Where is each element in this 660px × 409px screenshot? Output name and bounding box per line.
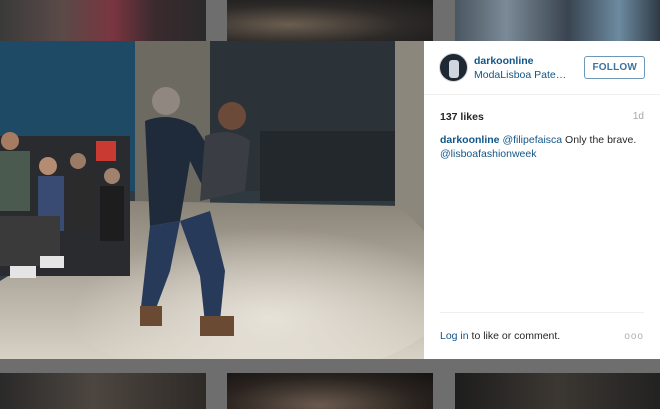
follow-button[interactable]: FOLLOW: [584, 56, 645, 79]
login-link[interactable]: Log in: [440, 330, 469, 342]
login-prompt-text: to like or comment.: [468, 330, 561, 342]
username-link[interactable]: darkoonline: [474, 54, 584, 68]
post-footer: Log in to like or comment. ooo: [440, 312, 644, 359]
caption-username[interactable]: darkoonline: [440, 134, 500, 146]
location-link[interactable]: ModaLisboa Pateo ...: [474, 68, 570, 82]
grid-thumbnail[interactable]: [455, 373, 660, 409]
caption-mention[interactable]: @lisboafashionweek: [440, 148, 536, 160]
post-age[interactable]: 1d: [633, 111, 644, 123]
caption-mention[interactable]: @filipefaisca: [502, 134, 562, 146]
post-meta: 137 likes 1d: [424, 95, 660, 123]
post-photo-image: [0, 41, 424, 359]
grid-thumbnail[interactable]: [0, 373, 206, 409]
user-block: darkoonline ModaLisboa Pateo ...: [474, 54, 584, 82]
post-sidebar: darkoonline ModaLisboa Pateo ... FOLLOW …: [424, 41, 660, 359]
grid-thumbnail[interactable]: [455, 0, 660, 41]
caption-text: Only the brave.: [562, 134, 637, 146]
post-photo[interactable]: [0, 41, 424, 359]
post-caption: darkoonline @filipefaisca Only the brave…: [424, 123, 660, 161]
grid-thumbnail[interactable]: [227, 373, 433, 409]
avatar[interactable]: [439, 53, 468, 82]
post-modal: darkoonline ModaLisboa Pateo ... FOLLOW …: [0, 41, 660, 359]
post-header: darkoonline ModaLisboa Pateo ... FOLLOW: [424, 41, 660, 95]
more-options-icon[interactable]: ooo: [624, 331, 644, 342]
login-prompt: Log in to like or comment.: [440, 330, 560, 342]
likes-count[interactable]: 137 likes: [440, 111, 484, 123]
grid-thumbnail[interactable]: [0, 0, 206, 41]
grid-thumbnail[interactable]: [227, 0, 433, 41]
